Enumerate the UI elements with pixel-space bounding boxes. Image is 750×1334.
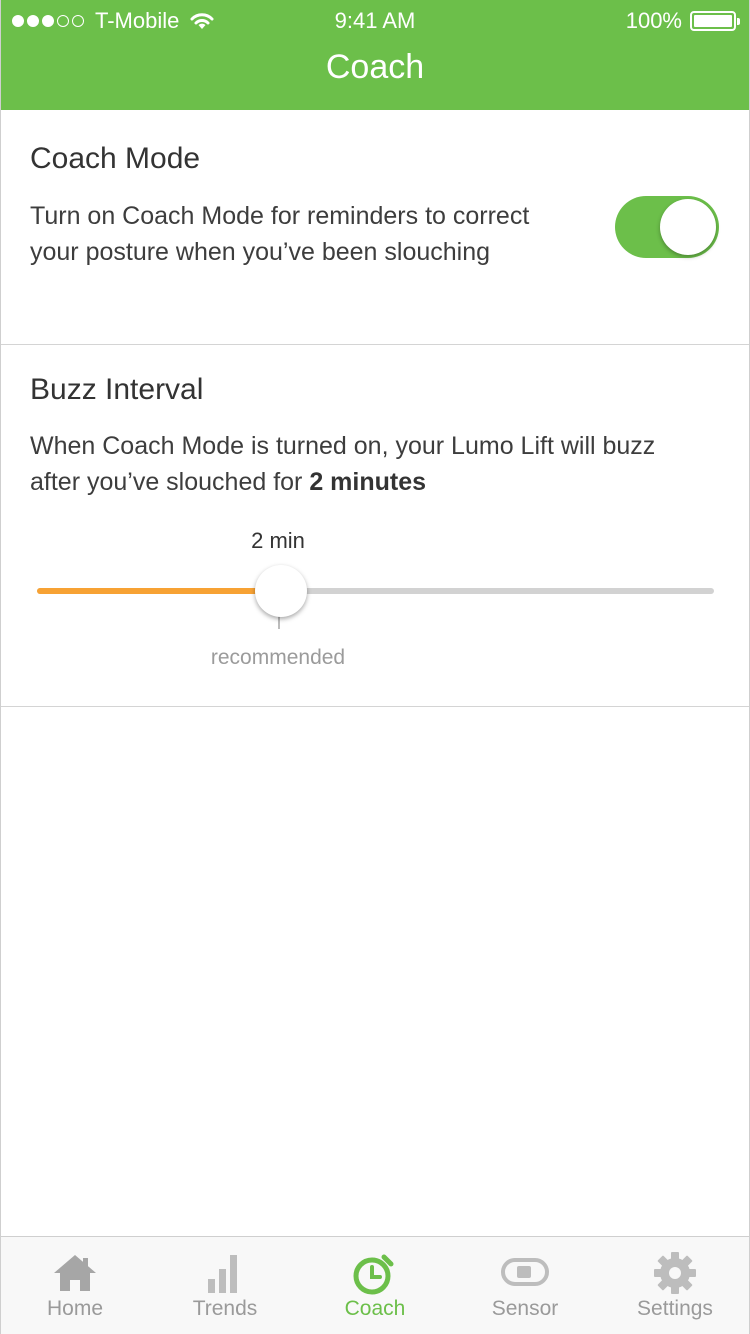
coach-mode-toggle[interactable] xyxy=(615,196,719,258)
tab-label: Coach xyxy=(344,1297,406,1320)
coach-mode-heading: Coach Mode xyxy=(30,142,201,175)
tab-settings[interactable]: Settings xyxy=(600,1237,750,1334)
status-bar: T-Mobile 9:41 AM 100% xyxy=(0,0,750,40)
tab-trends[interactable]: Trends xyxy=(150,1237,300,1334)
page-title: Coach xyxy=(325,48,425,86)
home-icon xyxy=(54,1255,96,1291)
tab-label: Sensor xyxy=(491,1297,559,1320)
tab-label: Home xyxy=(46,1297,104,1320)
tab-home[interactable]: Home xyxy=(0,1237,150,1334)
slider-thumb[interactable] xyxy=(254,565,307,617)
status-right: 100% xyxy=(625,8,740,34)
buzz-description-value: 2 minutes xyxy=(309,468,427,496)
gear-icon xyxy=(654,1252,696,1294)
top-bar: T-Mobile 9:41 AM 100% Coach xyxy=(0,0,750,110)
stopwatch-icon xyxy=(353,1254,394,1295)
battery-percent: 100% xyxy=(625,8,682,33)
tab-coach[interactable]: Coach xyxy=(300,1237,450,1334)
buzz-interval-heading: Buzz Interval xyxy=(30,373,204,406)
tab-label: Settings xyxy=(637,1297,713,1320)
coach-mode-description: Turn on Coach Mode for reminders to corr… xyxy=(30,202,530,266)
tab-bar: Home Trends Coach Sensor Settings xyxy=(0,1236,750,1334)
coach-mode-section: Coach Mode Turn on Coach Mode for remind… xyxy=(0,110,750,345)
battery-icon xyxy=(690,11,740,31)
bar-chart-icon xyxy=(208,1255,237,1293)
tab-sensor[interactable]: Sensor xyxy=(450,1237,600,1334)
sensor-icon xyxy=(501,1258,549,1286)
slider-value-label: 2 min xyxy=(251,528,305,553)
recommended-label: recommended xyxy=(210,646,346,669)
slider-fill xyxy=(37,588,281,594)
buzz-interval-slider[interactable] xyxy=(37,588,714,594)
buzz-interval-section: Buzz Interval When Coach Mode is turned … xyxy=(0,345,750,707)
buzz-interval-description: When Coach Mode is turned on, your Lumo … xyxy=(30,428,710,500)
tab-label: Trends xyxy=(192,1297,258,1320)
toggle-knob xyxy=(660,199,716,255)
